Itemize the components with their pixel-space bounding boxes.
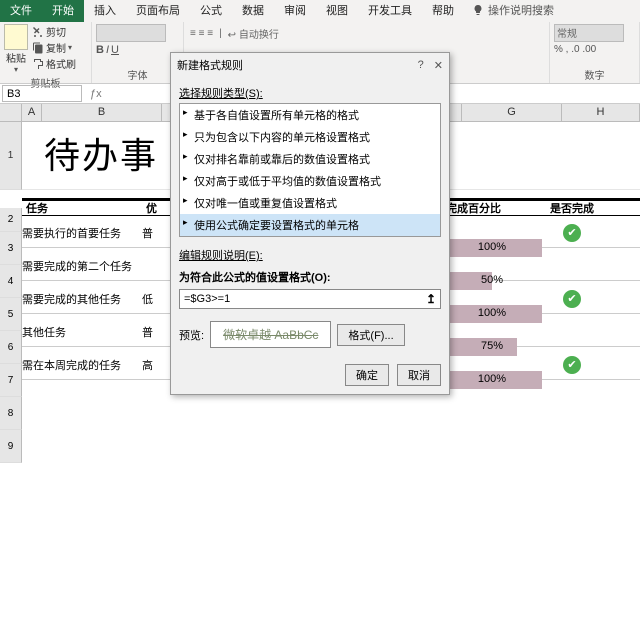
dialog-close-icon[interactable]: ✕ bbox=[434, 59, 443, 72]
page-title: 待办事 bbox=[44, 127, 158, 179]
row-header[interactable]: 9 bbox=[0, 430, 22, 463]
tab-file[interactable]: 文件 bbox=[0, 0, 42, 22]
rule-type-item[interactable]: 只为包含以下内容的单元格设置格式 bbox=[180, 126, 440, 148]
copy-button[interactable]: 复制▾ bbox=[32, 40, 76, 55]
tab-layout[interactable]: 页面布局 bbox=[126, 0, 190, 22]
paste-button[interactable]: 粘贴▾ bbox=[4, 24, 28, 74]
cell-task[interactable]: 需要完成的其他任务 bbox=[22, 291, 142, 307]
bold-button[interactable]: B bbox=[96, 44, 104, 56]
formula-label: 为符合此公式的值设置格式(O): bbox=[179, 269, 441, 285]
row-header[interactable]: 4 bbox=[0, 265, 22, 298]
check-icon: ✔ bbox=[563, 356, 581, 374]
cell-done[interactable]: ✔ bbox=[542, 224, 602, 242]
tab-insert[interactable]: 插入 bbox=[84, 0, 126, 22]
col-B[interactable]: B bbox=[42, 104, 162, 121]
col-A[interactable]: A bbox=[22, 104, 42, 121]
font-group-label: 字体 bbox=[96, 66, 179, 83]
row-header[interactable]: 5 bbox=[0, 298, 22, 331]
th-task: 任务 bbox=[22, 200, 142, 216]
row-header[interactable]: 2 bbox=[0, 208, 22, 232]
rule-type-item[interactable]: 基于各自值设置所有单元格的格式 bbox=[180, 104, 440, 126]
dialog-title: 新建格式规则 bbox=[177, 57, 243, 73]
italic-button[interactable]: I bbox=[106, 44, 109, 56]
font-family[interactable] bbox=[96, 24, 166, 42]
tab-dev[interactable]: 开发工具 bbox=[358, 0, 422, 22]
underline-button[interactable]: U bbox=[111, 44, 119, 56]
rule-desc-label: 编辑规则说明(E): bbox=[179, 247, 441, 263]
tab-formula[interactable]: 公式 bbox=[190, 0, 232, 22]
cell-task[interactable]: 其他任务 bbox=[22, 324, 142, 340]
preview-sample: 微软卓越 AaBbCc bbox=[210, 321, 331, 348]
rule-type-item[interactable]: 仅对唯一值或重复值设置格式 bbox=[180, 192, 440, 214]
row-header[interactable]: 8 bbox=[0, 397, 22, 430]
check-icon: ✔ bbox=[563, 290, 581, 308]
col-H[interactable]: H bbox=[562, 104, 640, 121]
formula-input[interactable]: =$G3>=1 bbox=[184, 293, 230, 305]
rule-type-label: 选择规则类型(S): bbox=[179, 85, 441, 101]
select-all-corner[interactable] bbox=[0, 104, 22, 121]
ok-button[interactable]: 确定 bbox=[345, 364, 389, 386]
preview-label: 预览: bbox=[179, 327, 204, 343]
dialog-help-icon[interactable]: ? bbox=[418, 59, 424, 72]
cancel-button[interactable]: 取消 bbox=[397, 364, 441, 386]
check-icon: ✔ bbox=[563, 224, 581, 242]
tab-data[interactable]: 数据 bbox=[232, 0, 274, 22]
fx-icon[interactable]: ƒx bbox=[84, 88, 108, 100]
wrap-button[interactable]: ↩ 自动换行 bbox=[228, 26, 279, 41]
tab-start[interactable]: 开始 bbox=[42, 0, 84, 22]
new-rule-dialog: 新建格式规则 ? ✕ 选择规则类型(S): 基于各自值设置所有单元格的格式只为包… bbox=[170, 52, 450, 395]
row-header[interactable]: 3 bbox=[0, 232, 22, 265]
cut-button[interactable]: 剪切 bbox=[32, 24, 76, 39]
cell-task[interactable]: 需在本周完成的任务 bbox=[22, 357, 142, 373]
cell-done[interactable]: ✔ bbox=[542, 356, 602, 374]
rule-type-item[interactable]: 仅对高于或低于平均值的数值设置格式 bbox=[180, 170, 440, 192]
row-header[interactable]: 7 bbox=[0, 364, 22, 397]
rule-type-item[interactable]: 仅对排名靠前或靠后的数值设置格式 bbox=[180, 148, 440, 170]
number-group-label: 数字 bbox=[554, 66, 635, 83]
tab-review[interactable]: 审阅 bbox=[274, 0, 316, 22]
range-select-icon[interactable]: ↥ bbox=[426, 292, 436, 306]
painter-button[interactable]: 格式刷 bbox=[32, 56, 76, 71]
col-G[interactable]: G bbox=[462, 104, 562, 121]
cell-done[interactable]: ✔ bbox=[542, 290, 602, 308]
tab-help[interactable]: 帮助 bbox=[422, 0, 464, 22]
tell-me[interactable]: 操作说明搜索 bbox=[464, 0, 562, 22]
rule-type-list[interactable]: 基于各自值设置所有单元格的格式只为包含以下内容的单元格设置格式仅对排名靠前或靠后… bbox=[179, 103, 441, 237]
cell-task[interactable]: 需要完成的第二个任务 bbox=[22, 258, 142, 274]
cell-task[interactable]: 需要执行的首要任务 bbox=[22, 225, 142, 241]
th-done: 是否完成 bbox=[542, 200, 602, 216]
format-button[interactable]: 格式(F)... bbox=[337, 324, 404, 346]
name-box[interactable]: B3 bbox=[2, 85, 82, 102]
align-icons[interactable]: ≡ ≡ ≡ bbox=[190, 28, 213, 39]
row-header[interactable]: 6 bbox=[0, 331, 22, 364]
th-pct: 完成百分比 bbox=[442, 200, 542, 216]
number-format[interactable]: 常规 bbox=[554, 24, 624, 42]
tab-view[interactable]: 视图 bbox=[316, 0, 358, 22]
rule-type-item[interactable]: 使用公式确定要设置格式的单元格 bbox=[180, 214, 440, 236]
